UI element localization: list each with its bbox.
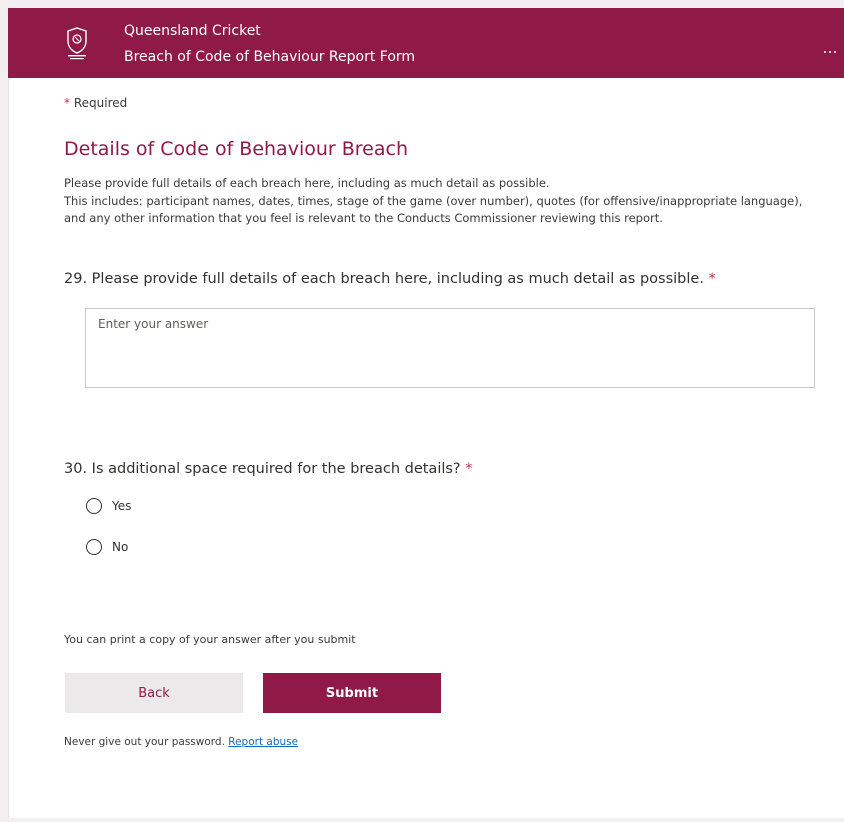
question-30: 30. Is additional space required for the… <box>64 461 472 477</box>
footer-note: Never give out your password. Report abu… <box>64 736 298 748</box>
dot <box>834 51 836 53</box>
description-line-2: This includes: participant names, dates,… <box>64 193 803 226</box>
print-note: You can print a copy of your answer afte… <box>64 633 356 646</box>
radio-label: Yes <box>112 499 132 513</box>
radio-option-yes[interactable]: Yes <box>86 498 131 514</box>
question-number: 29. <box>64 271 88 287</box>
required-asterisk: * <box>64 96 70 110</box>
required-label: Required <box>73 96 128 110</box>
back-button[interactable]: Back <box>65 673 243 713</box>
required-asterisk: * <box>708 271 716 287</box>
submit-button[interactable]: Submit <box>263 673 441 713</box>
answer-input[interactable] <box>85 308 815 388</box>
radio-button[interactable] <box>86 498 102 514</box>
report-abuse-link[interactable]: Report abuse <box>228 736 298 748</box>
required-note: * Required <box>64 96 127 110</box>
queensland-cricket-crest-icon <box>67 27 87 60</box>
radio-button[interactable] <box>86 539 102 555</box>
org-name: Queensland Cricket <box>124 23 261 39</box>
form-header: Queensland Cricket Breach of Code of Beh… <box>8 8 844 78</box>
section-title: Details of Code of Behaviour Breach <box>64 138 408 160</box>
question-29: 29. Please provide full details of each … <box>64 271 716 287</box>
question-number: 30. <box>64 461 88 477</box>
section-description: Please provide full details of each brea… <box>64 175 804 228</box>
question-text: Please provide full details of each brea… <box>91 271 704 287</box>
required-asterisk: * <box>465 461 473 477</box>
description-line-1: Please provide full details of each brea… <box>64 176 550 190</box>
dot <box>829 51 831 53</box>
ellipsis-icon[interactable] <box>824 51 836 53</box>
dot <box>824 51 826 53</box>
radio-label: No <box>112 540 129 554</box>
password-warning: Never give out your password. <box>64 736 225 748</box>
question-text: Is additional space required for the bre… <box>91 461 461 477</box>
radio-option-no[interactable]: No <box>86 539 128 555</box>
form-title: Breach of Code of Behaviour Report Form <box>124 49 416 65</box>
